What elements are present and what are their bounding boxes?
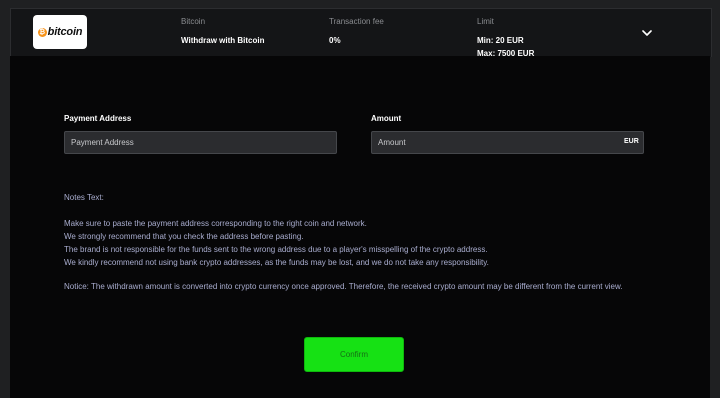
method-value: Withdraw with Bitcoin [181,36,265,45]
fee-column: Transaction fee 0% [329,17,384,47]
notes-line: We strongly recommend that you check the… [64,232,304,241]
limit-min: Min: 20 EUR [477,36,524,45]
fee-label: Transaction fee [329,17,384,26]
limit-column: Limit Min: 20 EUR Max: 7500 EUR [477,17,534,60]
amount-label: Amount [371,114,402,123]
confirm-button[interactable]: Confirm [304,337,404,372]
bitcoin-logo-text: bitcoin [47,26,83,38]
notice-text: Notice: The withdrawn amount is converte… [64,282,623,291]
chevron-down-icon[interactable] [640,26,654,40]
bitcoin-logo: ₿ bitcoin [33,15,87,49]
payment-address-label: Payment Address [64,114,132,123]
limit-label: Limit [477,17,494,26]
notes-list: Make sure to paste the payment address c… [64,217,664,269]
fee-value: 0% [329,36,341,45]
amount-input[interactable] [371,131,644,154]
payment-method-header[interactable]: ₿ bitcoin Bitcoin Withdraw with Bitcoin … [10,8,712,60]
bitcoin-coin-icon: ₿ [37,27,47,37]
notes-line: The brand is not responsible for the fun… [64,245,488,254]
method-column: Bitcoin Withdraw with Bitcoin [181,17,264,47]
notes-line: We kindly recommend not using bank crypt… [64,258,489,267]
amount-currency: EUR [624,138,639,145]
notes-line: Make sure to paste the payment address c… [64,219,367,228]
notes-title: Notes Text: [64,193,104,202]
withdraw-form-panel: Payment Address Amount EUR Notes Text: M… [10,56,710,398]
method-label: Bitcoin [181,17,206,26]
payment-address-input[interactable] [64,131,337,154]
